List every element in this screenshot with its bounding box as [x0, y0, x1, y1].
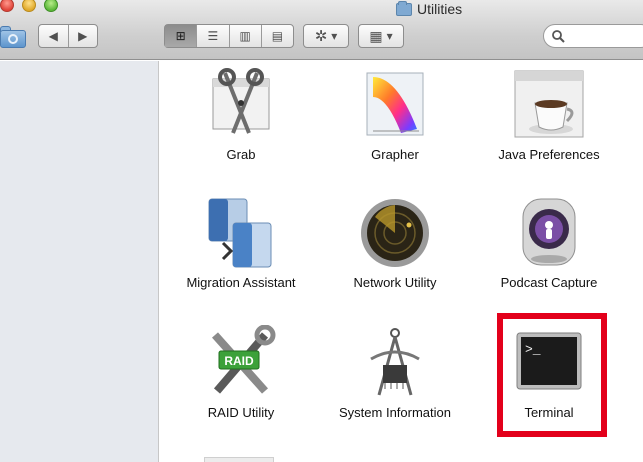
zoom-window-button[interactable]: [44, 0, 58, 12]
app-item-podcast-capture[interactable]: Podcast Capture: [474, 195, 624, 290]
search-field[interactable]: [543, 24, 643, 48]
forward-button[interactable]: ▶: [67, 25, 98, 47]
close-window-button[interactable]: [0, 0, 14, 12]
next-row-item-partial: [204, 457, 274, 462]
view-mode-control: ⊞ ☰ ▥ ▤: [164, 24, 294, 48]
icon-view-button[interactable]: ⊞: [165, 25, 197, 47]
app-item-raid-utility[interactable]: RAID RAID Utility: [166, 324, 316, 420]
raid-utility-icon: RAID: [203, 324, 279, 401]
app-label: Grapher: [371, 147, 419, 162]
migration-assistant-icon: [203, 195, 279, 271]
app-label: Network Utility: [353, 275, 437, 290]
raid-badge-text: RAID: [224, 354, 254, 368]
podcast-capture-icon: [511, 195, 587, 271]
folder-icon: [396, 0, 412, 16]
app-label: System Information: [339, 405, 451, 420]
search-icon: [552, 29, 565, 43]
app-item-grapher[interactable]: Grapher: [320, 67, 470, 162]
system-information-icon: [357, 325, 433, 401]
app-label: Grab: [226, 147, 256, 162]
app-item-java-preferences[interactable]: Java Preferences: [474, 67, 624, 162]
minimize-window-button[interactable]: [22, 0, 36, 12]
window-toolbar: Utilities ◀ ▶ ⊞ ☰ ▥ ▤ ✲ ▾ ▦ ▾: [0, 0, 643, 60]
app-label: RAID Utility: [207, 405, 275, 420]
sidebar: [0, 61, 159, 462]
back-forward-control: ◀ ▶: [38, 24, 98, 48]
back-button[interactable]: ◀: [39, 25, 68, 47]
grab-icon: [203, 67, 279, 143]
app-label: Podcast Capture: [500, 275, 598, 290]
column-view-button[interactable]: ▥: [228, 25, 261, 47]
window-title: Utilities: [396, 0, 462, 18]
search-input[interactable]: [569, 29, 643, 43]
window-title-text: Utilities: [417, 1, 463, 17]
gear-icon: ✲: [314, 28, 328, 45]
app-label: Migration Assistant: [186, 275, 296, 290]
chevron-down-icon: ▾: [386, 29, 393, 43]
list-view-button[interactable]: ☰: [196, 25, 228, 47]
app-item-network-utility[interactable]: Network Utility: [320, 195, 470, 290]
action-menu-button[interactable]: ✲ ▾: [303, 24, 349, 48]
network-utility-icon: [357, 195, 433, 271]
app-item-system-information[interactable]: System Information: [320, 325, 470, 420]
path-folder-button[interactable]: [0, 24, 28, 48]
java-preferences-icon: [511, 67, 587, 143]
app-item-grab[interactable]: Grab: [166, 67, 316, 162]
arrange-menu-button[interactable]: ▦ ▾: [358, 24, 404, 48]
chevron-down-icon: ▾: [331, 29, 338, 43]
app-label: Java Preferences: [498, 147, 600, 162]
coverflow-view-button[interactable]: ▤: [260, 25, 293, 47]
sync-icon: [8, 34, 18, 44]
terminal-highlight-box: [497, 313, 607, 437]
app-item-migration-assistant[interactable]: Migration Assistant: [166, 195, 316, 290]
grapher-icon: [357, 67, 433, 143]
arrange-icon: ▦: [369, 27, 383, 44]
